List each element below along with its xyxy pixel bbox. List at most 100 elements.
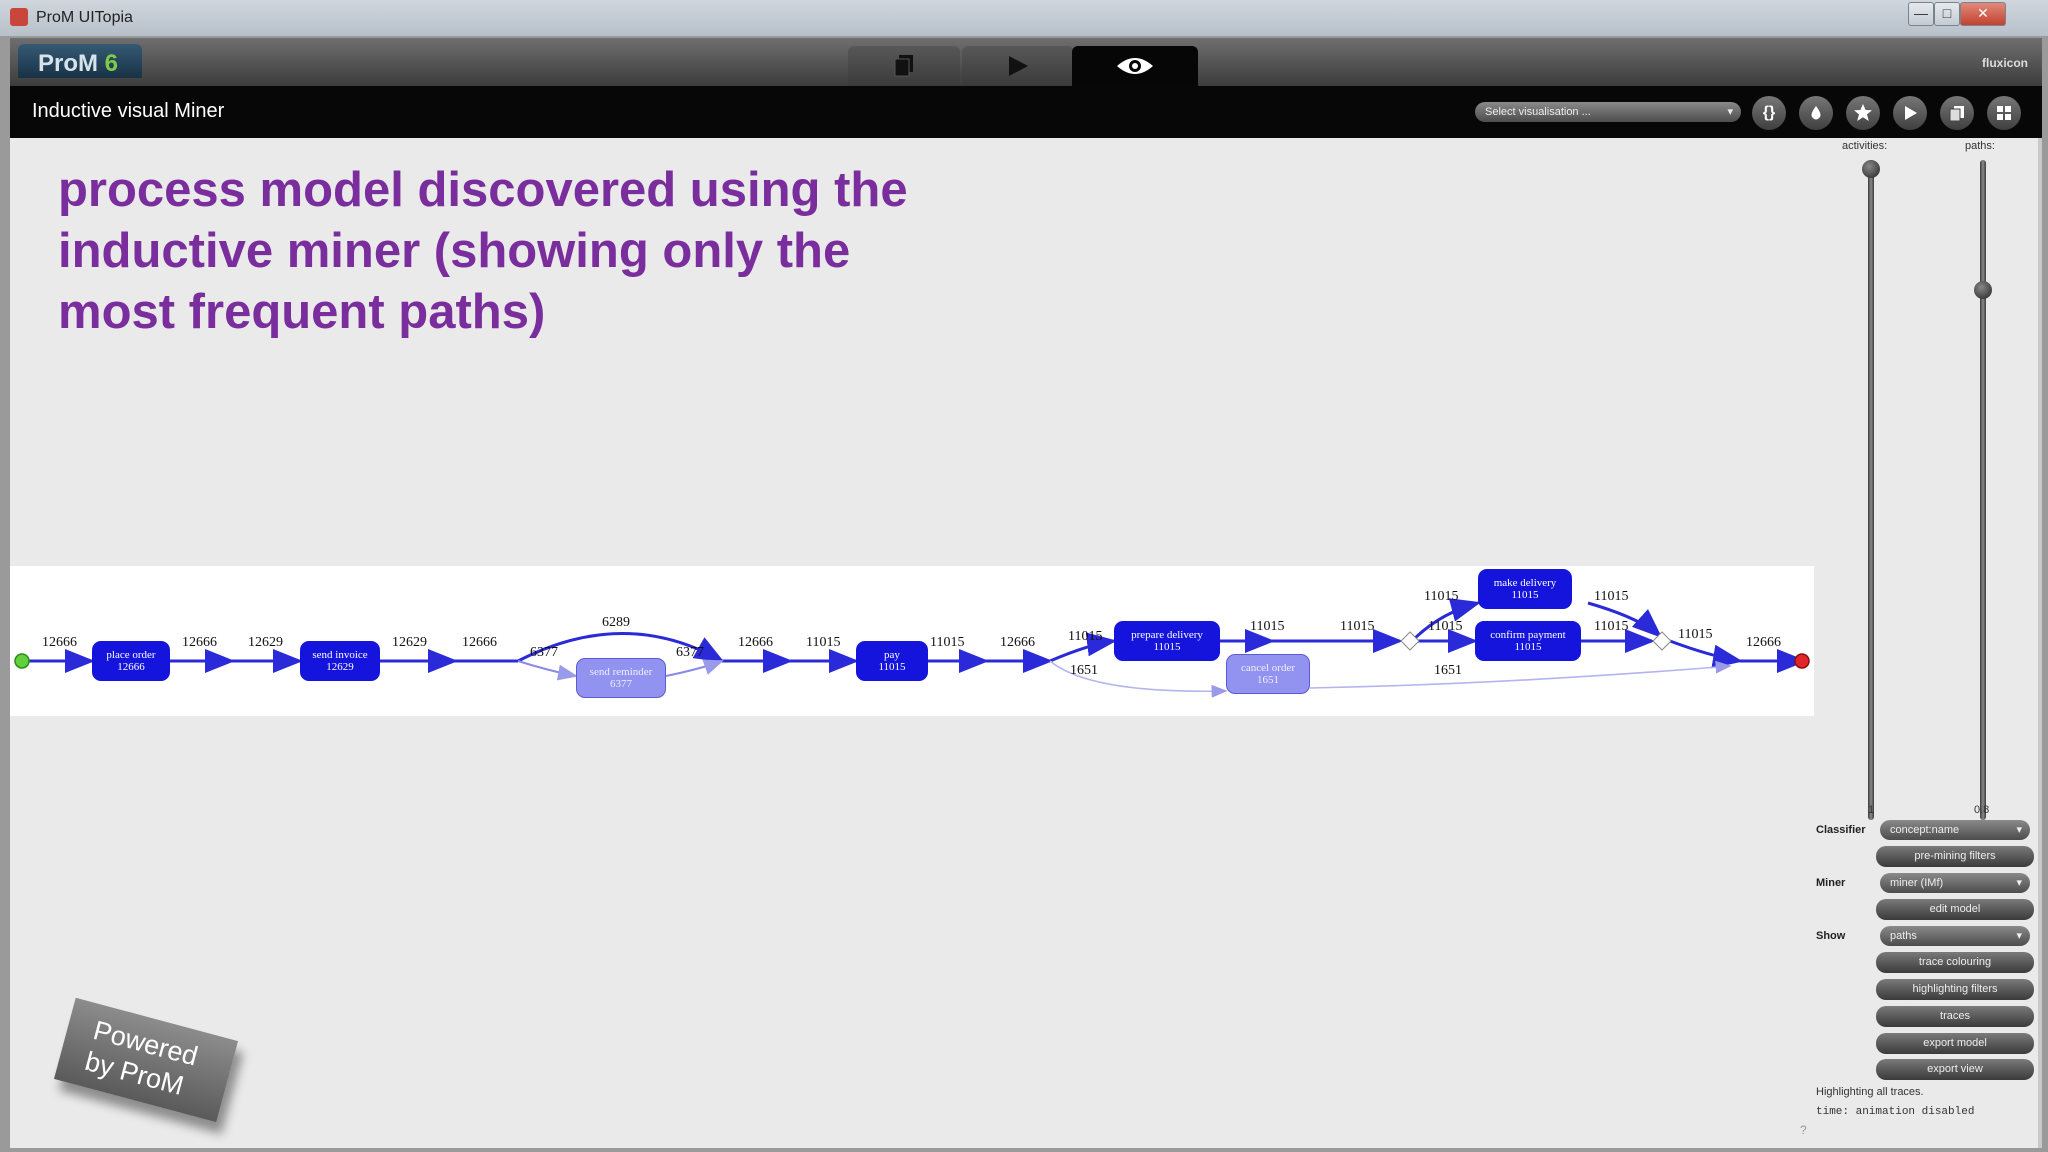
- copy-icon: [1949, 106, 1964, 122]
- node-pay[interactable]: pay 11015: [856, 641, 928, 681]
- paths-slider-label: paths:: [1965, 140, 1995, 152]
- node-count: 11015: [878, 661, 906, 673]
- classifier-label: Classifier: [1816, 824, 1866, 836]
- drop-button[interactable]: [1799, 96, 1833, 130]
- tab-workspace[interactable]: [848, 46, 960, 86]
- play-button[interactable]: [1893, 96, 1927, 130]
- highlighting-filters-button[interactable]: highlighting filters: [1876, 979, 2034, 1000]
- edge-label: 12666: [738, 635, 773, 650]
- node-count: 1651: [1257, 674, 1279, 686]
- edge-cancel-order-out: [1309, 660, 1732, 689]
- node-make-delivery[interactable]: make delivery 11015: [1478, 569, 1572, 609]
- node-confirm-payment[interactable]: confirm payment 11015: [1475, 621, 1581, 661]
- paths-slider[interactable]: [1980, 160, 1986, 820]
- export-view-button[interactable]: export view: [1876, 1059, 2034, 1080]
- edge-to-prepare-delivery: [1049, 632, 1117, 663]
- edge-join-out: [1669, 639, 1743, 669]
- node-count: 11015: [1511, 589, 1539, 601]
- help-icon[interactable]: ?: [1800, 1123, 1807, 1137]
- powered-by-prom-badge: Powered by ProM: [53, 997, 239, 1123]
- edge-label: 11015: [1068, 629, 1103, 644]
- logo-version: 6: [104, 50, 119, 77]
- favorite-button[interactable]: [1846, 96, 1880, 130]
- star-icon: [1854, 104, 1872, 121]
- classifier-select[interactable]: concept:name ▾: [1880, 820, 2030, 840]
- logo-text: ProM: [38, 50, 98, 77]
- node-send-invoice[interactable]: send invoice 12629: [300, 641, 380, 681]
- edge-label: 11015: [1594, 619, 1629, 634]
- node-label: cancel order: [1240, 662, 1296, 674]
- node-send-reminder[interactable]: send reminder 6377: [576, 658, 666, 698]
- start-node: [14, 653, 30, 669]
- chevron-down-icon: ▾: [1727, 106, 1733, 118]
- edit-model-button[interactable]: edit model: [1876, 899, 2034, 920]
- view-bar: Inductive visual Miner Select visualisat…: [10, 86, 2042, 138]
- pre-mining-filters-button[interactable]: pre-mining filters: [1876, 846, 2034, 867]
- edge-label: 11015: [930, 635, 965, 650]
- node-prepare-delivery[interactable]: prepare delivery 11015: [1114, 621, 1220, 661]
- node-count: 12629: [326, 661, 354, 673]
- node-cancel-order[interactable]: cancel order 1651: [1226, 654, 1310, 694]
- animation-status: time: animation disabled: [1816, 1106, 1975, 1118]
- maximize-button[interactable]: □: [1934, 2, 1960, 26]
- grid-icon: [1997, 106, 2011, 120]
- traces-button[interactable]: traces: [1876, 1006, 2034, 1027]
- edge-label: 12666: [1000, 635, 1035, 650]
- node-count: 11015: [1153, 641, 1181, 653]
- visualisation-select[interactable]: Select visualisation ... ▾: [1475, 102, 1741, 122]
- edge-to-send-reminder: [517, 660, 578, 681]
- classifier-value: concept:name: [1890, 824, 1960, 836]
- edge-label: 1651: [1434, 663, 1462, 678]
- node-count: 12666: [117, 661, 145, 673]
- process-model-canvas[interactable]: place order 12666 send invoice 12629 send …: [10, 566, 1814, 716]
- window-titlebar: ProM UITopia — □ ✕: [0, 0, 2048, 36]
- node-count: 6377: [610, 678, 632, 690]
- document-copy-icon: [894, 55, 913, 77]
- node-label: send reminder: [589, 666, 653, 678]
- edge-label: 11015: [1594, 589, 1629, 604]
- prom-header: ProM 6 fluxicon: [10, 38, 2042, 86]
- activities-slider-label: activities:: [1842, 140, 1888, 152]
- edge-send-reminder-out: [665, 659, 724, 677]
- trace-colouring-button[interactable]: trace colouring: [1876, 952, 2034, 973]
- activities-slider[interactable]: [1868, 160, 1874, 820]
- miner-value: miner (IMf): [1890, 877, 1944, 889]
- tab-actions[interactable]: [962, 46, 1074, 86]
- copy-button[interactable]: [1940, 96, 1974, 130]
- node-label: confirm payment: [1490, 629, 1566, 641]
- edge-label: 1651: [1070, 663, 1098, 678]
- main-panel: process model discovered using the induc…: [10, 138, 2042, 1148]
- activities-slider-value: 1: [1868, 804, 1875, 816]
- chevron-down-icon: ▾: [2016, 824, 2022, 836]
- fluxicon-brand: fluxicon: [1981, 56, 2028, 70]
- miner-select[interactable]: miner (IMf) ▾: [1880, 873, 2030, 893]
- edge-label: 6377: [530, 645, 558, 660]
- curly-braces-button[interactable]: {}: [1752, 96, 1786, 130]
- grid-button[interactable]: [1987, 96, 2021, 130]
- paths-slider-value: 0.8: [1974, 804, 1990, 816]
- show-select[interactable]: paths ▾: [1880, 926, 2030, 946]
- node-place-order[interactable]: place order 12666: [92, 641, 170, 681]
- edge-label: 11015: [1428, 619, 1463, 634]
- panel-edge: [2038, 138, 2042, 1148]
- activities-slider-handle[interactable]: [1862, 160, 1880, 178]
- parallel-join-gateway: [1652, 631, 1672, 651]
- edge-label: 6377: [676, 645, 704, 660]
- play-icon: [1905, 106, 1917, 120]
- node-label: prepare delivery: [1131, 629, 1203, 641]
- edge-label: 6289: [602, 615, 630, 630]
- close-button[interactable]: ✕: [1960, 2, 2006, 26]
- edge-label: 11015: [806, 635, 841, 650]
- edge-label: 12666: [1746, 635, 1781, 650]
- prom-logo: ProM 6: [18, 44, 142, 78]
- eye-icon: [1117, 58, 1153, 74]
- paths-slider-handle[interactable]: [1974, 281, 1992, 299]
- minimize-button[interactable]: —: [1908, 2, 1934, 26]
- node-count: 11015: [1514, 641, 1542, 653]
- chevron-down-icon: ▾: [2016, 877, 2022, 889]
- edge-label: 12666: [462, 635, 497, 650]
- curly-braces-icon: {}: [1762, 104, 1776, 121]
- tab-views[interactable]: [1072, 46, 1198, 86]
- export-model-button[interactable]: export model: [1876, 1033, 2034, 1054]
- drop-icon: [1811, 106, 1821, 120]
